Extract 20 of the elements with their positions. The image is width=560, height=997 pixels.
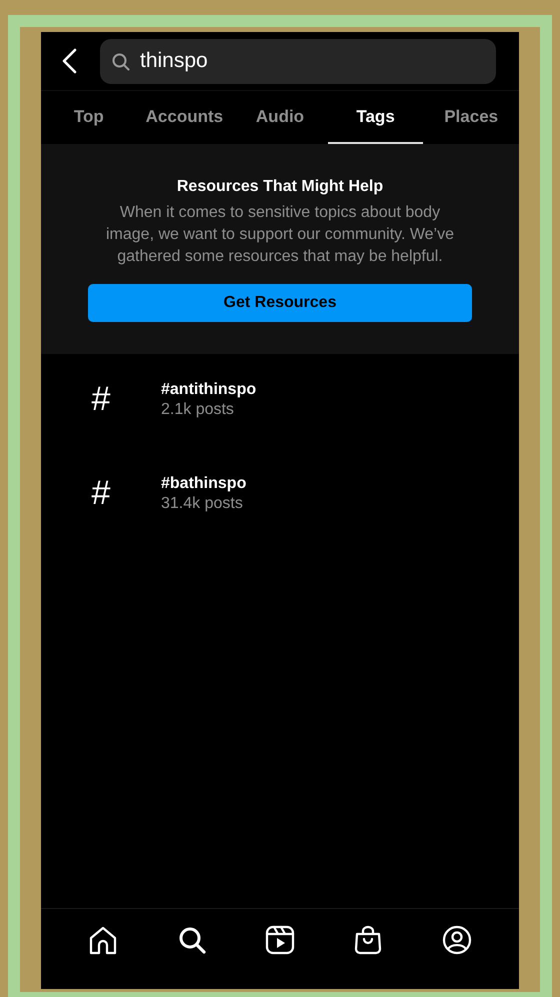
search-tab[interactable]: Places [423,91,519,144]
back-icon[interactable] [61,48,77,74]
post-count: 2.1k posts [161,400,235,418]
resources-title: Resources That Might Help [176,178,384,196]
shopping-bag-icon[interactable] [353,925,384,955]
hashtag-name[interactable]: #antithinspo [161,380,256,398]
hashtag-symbol: # [90,380,112,419]
get-resources-button[interactable]: Get Resources [88,284,472,322]
hashtag-name[interactable]: #bathinspo [161,474,246,492]
reels-icon[interactable] [264,925,295,955]
search-tab[interactable]: Audio [232,91,328,144]
search-tab[interactable]: Accounts [136,91,232,144]
profile-icon[interactable] [442,925,472,955]
home-icon[interactable] [88,925,118,955]
search-field[interactable]: thinspo [100,38,496,84]
post-count: 31.4k posts [161,494,244,512]
hashtag-symbol: # [90,474,112,513]
search-tab[interactable]: Top [41,91,137,144]
search-icon[interactable] [176,925,207,955]
resources-description: When it comes to sensitive topics about body image, we want to support our community. We’ve gathered some resources that may be helpful. [105,203,455,267]
